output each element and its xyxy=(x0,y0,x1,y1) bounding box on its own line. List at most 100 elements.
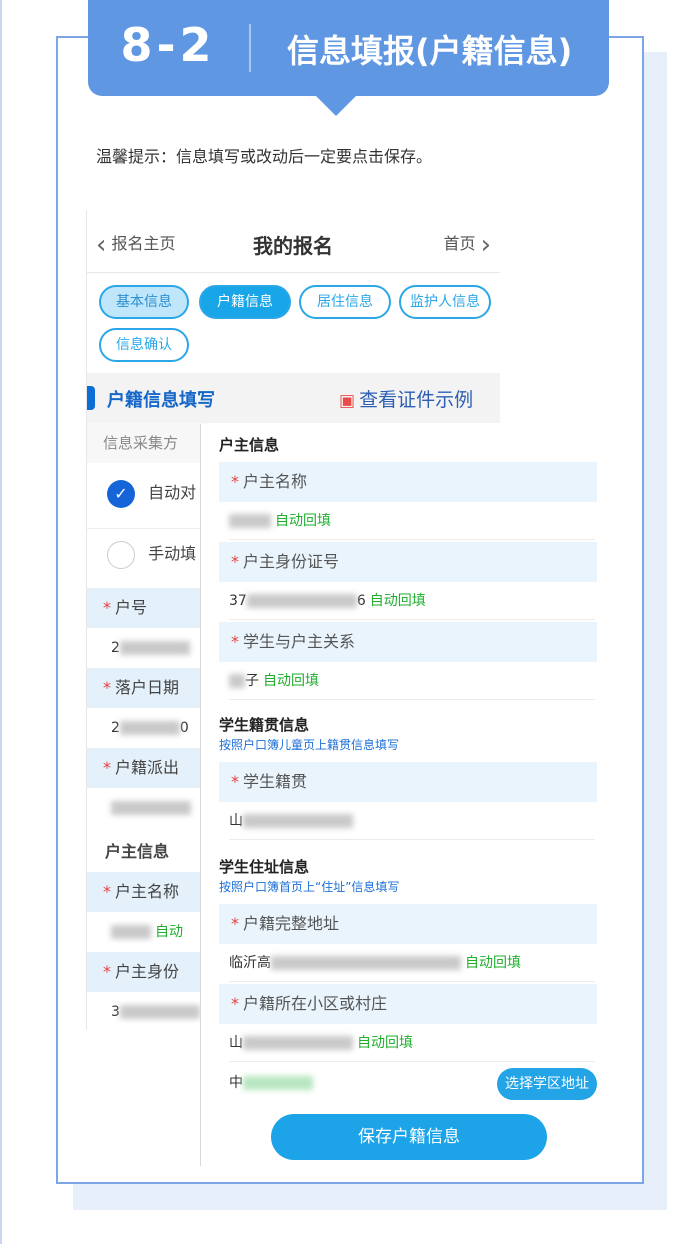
view-sample-link[interactable]: ▣ 查看证件示例 xyxy=(339,385,473,412)
native-hint: 按照户口簿儿童页上籍贯信息填写 xyxy=(219,738,400,752)
redacted-text xyxy=(229,514,271,528)
auto-option-label: 自动对 xyxy=(148,483,197,502)
settle-date-prefix: 2 xyxy=(111,720,120,736)
relation-field: * 学生与户主关系 xyxy=(219,622,597,662)
under-head-title: 户主信息 xyxy=(105,842,170,861)
head-name-field: * 户主名称 xyxy=(219,462,597,502)
redacted-text xyxy=(243,814,353,828)
under-head-id-value: 3 xyxy=(87,992,207,1030)
page-title: 我的报名 xyxy=(253,234,333,258)
hukou-no-field: * 户号 xyxy=(87,588,207,628)
redacted-text xyxy=(111,925,151,939)
home-button[interactable]: 首页 › xyxy=(443,230,491,260)
under-head-id-field: * 户主身份 xyxy=(87,952,207,992)
left-edge-line xyxy=(0,0,2,1244)
head-id-field: * 户主身份证号 xyxy=(219,542,597,582)
full-address-label: 户籍完整地址 xyxy=(243,914,340,933)
redacted-text xyxy=(229,674,245,688)
step-number: 8-2 xyxy=(120,18,216,72)
head-id-label: 户主身份证号 xyxy=(243,552,340,571)
native-field: * 学生籍贯 xyxy=(219,762,597,802)
police-station-label: 户籍派出 xyxy=(115,758,180,777)
redacted-text xyxy=(271,956,461,970)
tab-info-confirm[interactable]: 信息确认 xyxy=(99,328,189,362)
native-section-title: 学生籍贯信息 xyxy=(219,716,310,734)
head-section-title: 户主信息 xyxy=(219,436,280,454)
collect-method-label: 信息采集方 xyxy=(87,423,207,463)
step-banner: 8-2 信息填报(户籍信息) xyxy=(88,0,609,96)
check-circle-icon: ✓ xyxy=(107,479,135,508)
redacted-text xyxy=(246,594,357,608)
chevron-right-icon: › xyxy=(480,230,491,260)
community-value[interactable]: 山 自动回填 xyxy=(229,1024,595,1062)
banner-divider xyxy=(249,24,251,72)
community-prefix: 山 xyxy=(229,1035,243,1051)
address-section-title: 学生住址信息 xyxy=(219,858,310,876)
redacted-text xyxy=(119,641,190,655)
head-name-value[interactable]: 自动回填 xyxy=(229,502,595,540)
tip-text: 温馨提示：信息填写或改动后一定要点击保存。 xyxy=(96,147,433,166)
tab-hukou-info[interactable]: 户籍信息 xyxy=(199,285,291,319)
police-station-field: * 户籍派出 xyxy=(87,748,207,788)
relation-value[interactable]: 子自动回填 xyxy=(229,662,595,700)
auto-fill-tag: 自动回填 xyxy=(465,955,521,971)
view-sample-label: 查看证件示例 xyxy=(359,389,474,411)
auto-option[interactable]: ✓ 自动对 xyxy=(87,468,207,518)
address-hint: 按照户口簿首页上“住址”信息填写 xyxy=(219,880,400,894)
full-address-field: * 户籍完整地址 xyxy=(219,904,597,944)
police-station-value xyxy=(87,788,207,828)
under-head-name-field: * 户主名称 xyxy=(87,872,207,912)
settle-date-suffix: 0 xyxy=(179,720,189,736)
auto-fill-tag: 自动回填 xyxy=(275,513,331,529)
under-head-id-label: 户主身份 xyxy=(115,962,180,981)
relation-label: 学生与户主关系 xyxy=(243,632,356,651)
native-value[interactable]: 山 xyxy=(229,802,595,840)
chevron-left-icon: ‹ xyxy=(96,230,107,260)
section-accent-bar xyxy=(87,386,95,410)
auto-fill-tag: 自动回填 xyxy=(369,593,426,609)
under-head-name-label: 户主名称 xyxy=(115,882,180,901)
id-card-icon: ▣ xyxy=(339,391,356,411)
tab-residence-info[interactable]: 居住信息 xyxy=(299,285,391,319)
district-prefix: 中 xyxy=(229,1075,243,1091)
head-id-suffix: 6 xyxy=(356,593,366,609)
relation-text: 子 xyxy=(245,673,259,689)
redacted-text xyxy=(243,1076,313,1090)
section-header: 户籍信息填写 ▣ 查看证件示例 xyxy=(87,373,500,423)
manual-option-label: 手动填 xyxy=(148,544,197,563)
radio-circle-icon xyxy=(107,540,135,569)
back-button[interactable]: ‹ 报名主页 xyxy=(96,230,176,260)
tab-guardian-info[interactable]: 监护人信息 xyxy=(399,285,491,319)
save-hukou-button[interactable]: 保存户籍信息 xyxy=(271,1114,547,1160)
hukou-no-value: 2 xyxy=(87,628,207,668)
step-title: 信息填报(户籍信息) xyxy=(287,32,573,70)
manual-option[interactable]: 手动填 xyxy=(87,528,207,578)
settle-date-label: 落户日期 xyxy=(115,678,180,697)
head-name-label: 户主名称 xyxy=(243,472,308,491)
full-address-value[interactable]: 临沂高 自动回填 xyxy=(229,944,595,982)
auto-fill-tag: 自动回填 xyxy=(357,1035,413,1051)
community-field: * 户籍所在小区或村庄 xyxy=(219,984,597,1024)
native-prefix: 山 xyxy=(229,813,243,829)
full-address-prefix: 临沂高 xyxy=(229,955,271,971)
home-label: 首页 xyxy=(443,234,476,253)
redacted-text xyxy=(111,801,191,815)
settle-date-value: 20 xyxy=(87,708,207,748)
under-head-name-value: 自动 xyxy=(87,912,207,952)
overlay-panel: 户主信息 * 户主名称 自动回填 * 户主身份证号 37 6 自动回填 * 学生与户主关系… xyxy=(200,424,598,1166)
native-label: 学生籍贯 xyxy=(243,772,308,791)
back-label: 报名主页 xyxy=(111,234,176,253)
tab-basic-info[interactable]: 基本信息 xyxy=(99,285,189,319)
redacted-text xyxy=(119,1005,200,1019)
community-label: 户籍所在小区或村庄 xyxy=(243,994,388,1013)
head-id-value[interactable]: 37 6 自动回填 xyxy=(229,582,595,620)
redacted-text xyxy=(243,1036,353,1050)
settle-date-field: * 落户日期 xyxy=(87,668,207,708)
nav-bar: ‹ 报名主页 我的报名 首页 › xyxy=(87,210,500,273)
banner-pointer-icon xyxy=(314,94,358,116)
select-school-district-button[interactable]: 选择学区地址 xyxy=(497,1068,597,1100)
auto-fill-tag: 自动回填 xyxy=(263,673,319,689)
section-title: 户籍信息填写 xyxy=(107,390,215,411)
hukou-no-prefix: 2 xyxy=(111,640,120,656)
under-head-id-prefix: 3 xyxy=(111,1004,120,1020)
